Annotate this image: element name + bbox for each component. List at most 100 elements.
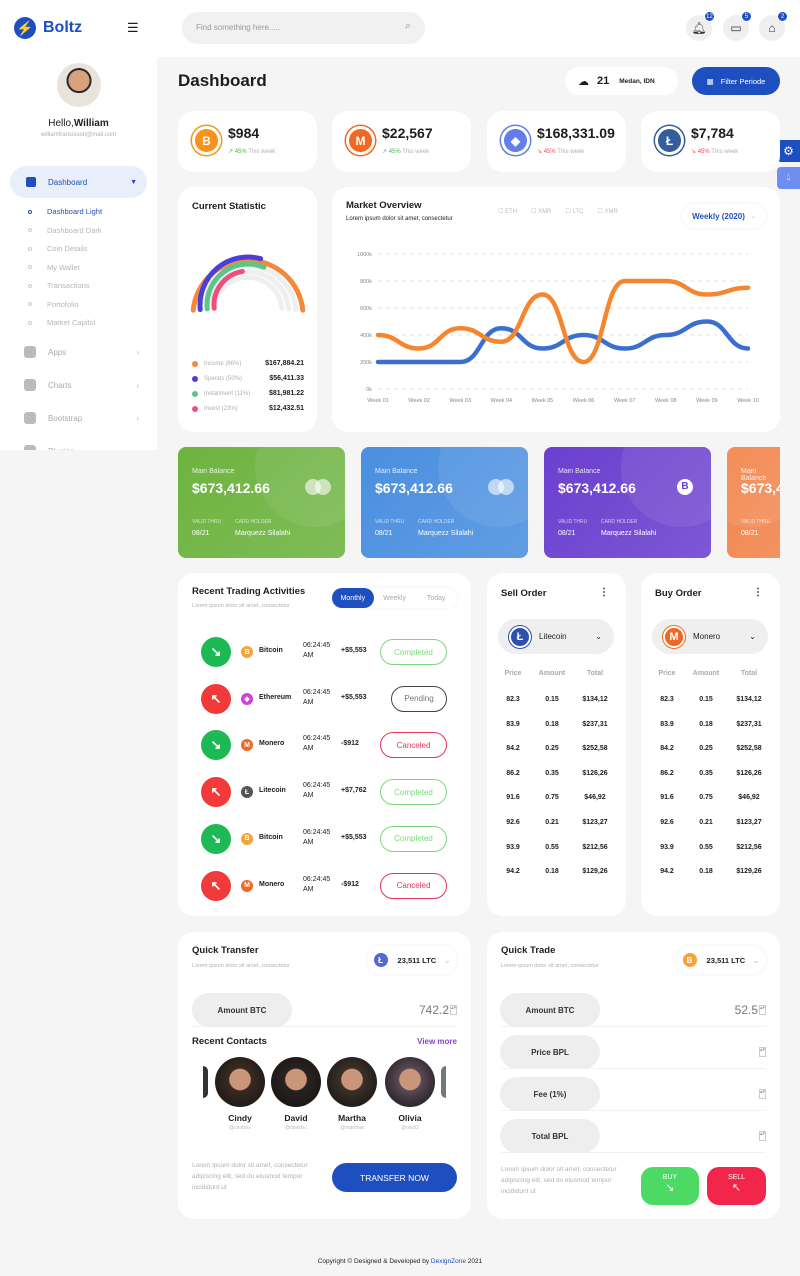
balance-card[interactable]: Main Balance $673,412.66 B VALID THRU CA… [544,447,711,558]
search-icon[interactable]: ⌕ [405,20,411,33]
contact-name: Cindy [228,1113,252,1123]
contact-item[interactable]: Cindy @cindyss [215,1057,265,1131]
contact-handle: @davidxc [284,1125,308,1131]
contact-item[interactable]: Martha @marthaa [327,1057,377,1131]
stat-change: 45% [543,149,556,155]
x-tick-label: Week 09 [696,398,718,404]
status-badge[interactable]: Canceled [380,872,447,899]
coin-select[interactable]: M Monero ⌄ [652,619,768,654]
more-options-icon[interactable]: ⋮ [599,587,609,598]
coin-name: Bitcoin [259,833,283,841]
sell-button[interactable]: SELL ↖ [707,1167,766,1205]
contact-avatar-partial[interactable] [203,1066,208,1098]
view-more-link[interactable]: View more [417,1037,457,1046]
contact-item[interactable]: Olivia @oliv62 [385,1057,435,1131]
amount-input[interactable]: 742.2 [419,1003,449,1017]
legend-label: Invest (23%) [204,405,238,412]
order-cell: $237,31 [582,720,608,728]
sidebar-item-dashboard[interactable]: Dashboard ▼ [10,166,147,198]
coin-select[interactable]: Ł Litecoin ⌄ [498,619,614,654]
filter-periode-button[interactable]: ▦ Filter Periode [692,67,780,95]
sidebar-item-charts[interactable]: Charts › [24,379,139,391]
status-badge[interactable]: Completed [380,779,447,806]
search-bar[interactable]: Find something here..... ⌕ [182,12,425,44]
sidebar-subitem[interactable]: Portofolio [28,300,79,309]
valid-thru-label: VALID THRU [741,519,771,525]
status-badge[interactable]: Canceled [380,732,447,759]
balance-card[interactable]: Main Balance $673,412.66 VALID THRU CARD… [361,447,528,558]
contact-avatar-partial[interactable] [441,1066,446,1098]
hamburger-menu-icon[interactable]: ☰ [127,21,139,34]
status-badge[interactable]: Completed [380,639,447,665]
contact-item[interactable]: David @davidxc [271,1057,321,1131]
monero-icon: M [241,739,253,752]
trade-time: 06:24:45 AM [303,735,331,753]
contact-name: David [284,1113,308,1123]
gifts-button[interactable]: ⌂ 2 [759,11,788,41]
weather-widget[interactable]: ☁ 21 Medan, IDN [565,67,678,95]
sidebar-item-plugins[interactable]: Plugins › [24,445,139,450]
stepper-icon[interactable]: ▴▾ [759,1005,766,1015]
arrow-up-left-icon: ↖ [201,777,231,808]
sidebar-item-apps[interactable]: Apps › [24,346,139,358]
sell-order-card: Sell Order ⋮ Ł Litecoin ⌄ Price Amount Total… [487,573,626,916]
cloud-icon: ☁ [578,75,589,88]
sidebar-subitem[interactable]: Market Capitol [28,318,95,327]
arrow-up-left-icon: ↖ [201,870,231,901]
sidebar-subitem[interactable]: My Wallet [28,263,80,272]
balance-card[interactable]: Main Balance $673,412.66 VALID THRU CARD… [178,447,345,558]
status-badge[interactable]: Completed [380,825,447,852]
sidebar-subitem[interactable]: Coin Details [28,244,87,253]
price-bplfield[interactable]: Price BPL ▴▾ [500,1035,766,1069]
legend-label: Installment (11%) [204,390,251,397]
messages-button[interactable]: ▭ 5 [723,11,752,41]
trend-up-icon: ↗ [228,149,234,155]
valid-thru-label: VALID THRU [558,519,588,525]
contact-handle: @cindyss [229,1125,251,1131]
amount-btcfield[interactable]: Amount BTC 52.5 ▴▾ [500,993,766,1027]
sidebar-subitem[interactable]: Dashboard Light [28,207,102,216]
notifications-button[interactable]: 🔔︎ 12 [686,11,715,41]
stepper-icon[interactable]: ▴▾ [450,1005,457,1015]
transfer-now-button[interactable]: TRANSFER NOW [332,1163,457,1192]
amount-btc-field[interactable]: Amount BTC 742.2 ▴▾ [192,993,457,1027]
stat-card-litecoin: Ł $7,784 ↘ 45% This week [641,111,780,172]
trade-row: ↖ Ł Litecoin 06:24:45 AM +$7,762 Complete… [178,772,471,812]
settings-gear-icon[interactable]: ⚙ [777,140,800,162]
total-bplfield[interactable]: Total BPL ▴▾ [500,1119,766,1153]
sidebar-subitem[interactable]: Dashboard Dark [28,226,102,235]
stepper-icon[interactable]: ▴▾ [759,1047,766,1057]
footer-brand-link[interactable]: DexignZone [431,1258,466,1265]
order-cell: $123,27 [736,819,762,826]
stepper-icon[interactable]: ▴▾ [759,1131,766,1141]
theme-drop-icon[interactable]: 💧︎ [777,167,800,189]
stepper-icon[interactable]: ▴▾ [759,1089,766,1099]
currency-select[interactable]: Ł 23,511 LTC ⌄ [367,946,457,974]
sidebar-item-label: Charts [48,380,72,390]
field-input[interactable]: 52.5 [735,1003,758,1017]
tab-today[interactable]: Today [415,588,457,608]
x-tick-label: Week 05 [532,398,554,404]
order-cell: 0.25 [699,745,713,753]
more-options-icon[interactable]: ⋮ [753,587,763,598]
search-input[interactable]: Find something here..... [196,23,280,32]
fee-field[interactable]: Fee (1%) ▴▾ [500,1077,766,1111]
order-cell: 84.2 [660,745,674,753]
recent-contacts-title: Recent Contacts [192,1036,267,1047]
tab-weekly[interactable]: Weekly [374,588,416,608]
user-avatar[interactable] [57,63,101,107]
balance-card[interactable]: Main Balance $673,412.66 VALID THRU CARD… [727,447,780,558]
currency-select[interactable]: B 23,511 LTC ⌄ [676,946,766,974]
arrow-down-right-icon: ↘ [201,823,231,854]
sidebar-item-bootstrap[interactable]: Bootstrap › [24,412,139,424]
tab-monthly[interactable]: Monthly [332,588,374,608]
subitem-label: Portofolio [47,299,79,309]
gift-icon: ⌂ [768,21,776,35]
sidebar-subitem[interactable]: Transactions [28,281,90,290]
stat-legend-item: Installment (11%) $81,981.22 [192,390,304,397]
status-badge[interactable]: Pending [391,685,447,712]
column-header: Total [586,670,604,677]
stat-legend-item: Income (66%) $167,884.21 [192,360,304,367]
weather-temp: 21 [597,75,610,87]
buy-button[interactable]: BUY ↘ [641,1167,699,1205]
